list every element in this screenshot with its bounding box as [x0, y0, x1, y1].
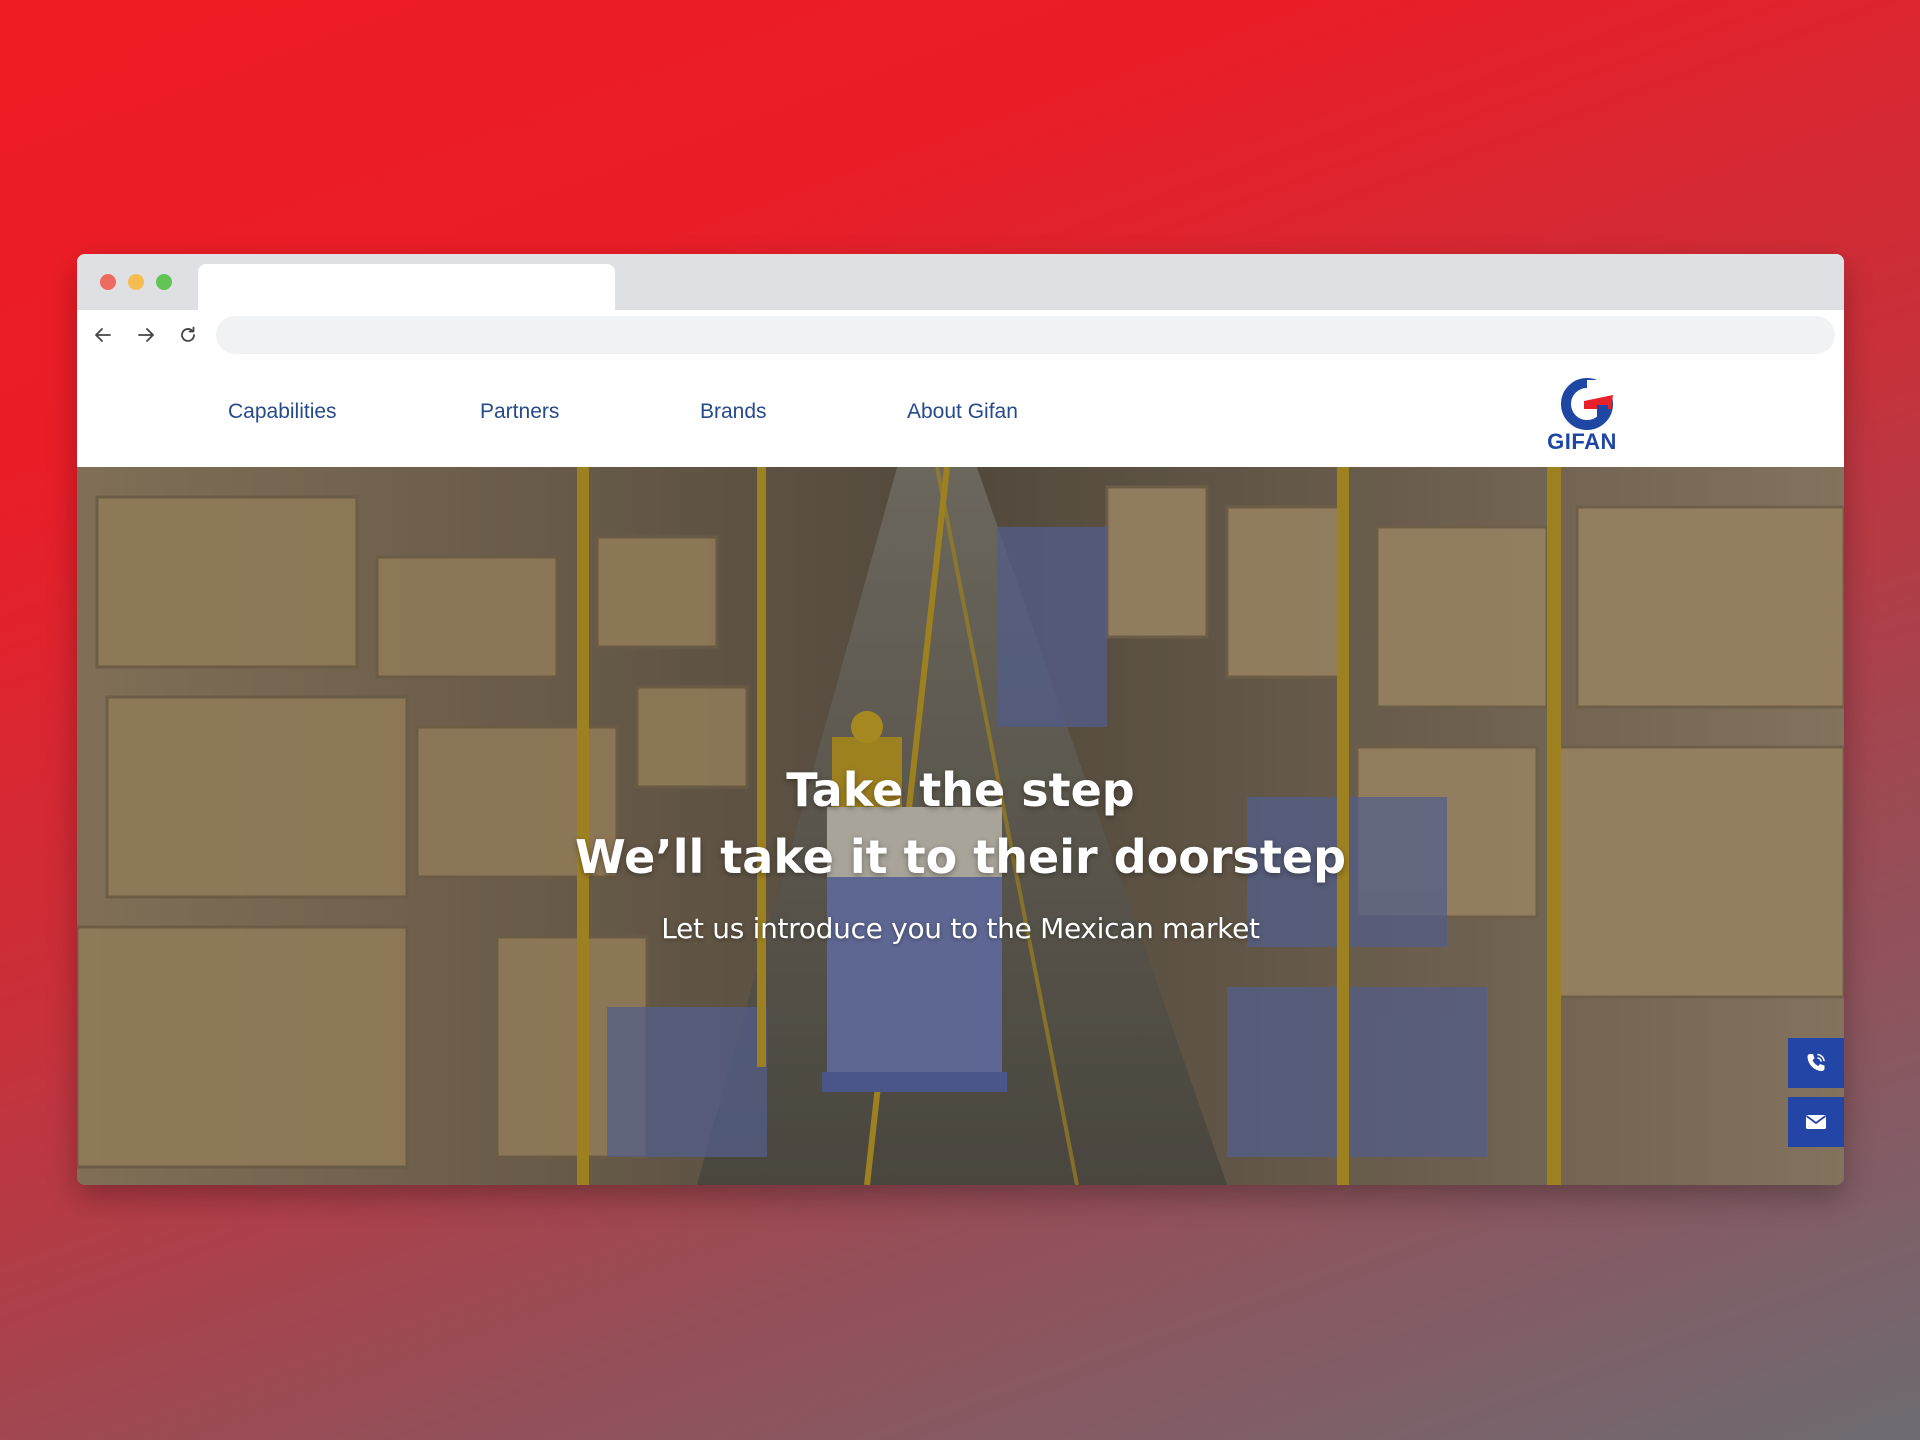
browser-tab-active[interactable]: [198, 264, 615, 310]
address-bar[interactable]: [216, 316, 1835, 354]
hero-section: Take the step We’ll take it to their doo…: [77, 467, 1844, 1185]
gifan-g-logo-icon: [1561, 378, 1613, 430]
hero-title-line-2: We’ll take it to their doorstep: [574, 830, 1347, 884]
browser-toolbar: [77, 310, 1844, 360]
window-minimize-dot[interactable]: [128, 274, 144, 290]
window-maximize-dot[interactable]: [156, 274, 172, 290]
phone-contact-button[interactable]: [1788, 1038, 1844, 1088]
reload-icon: [181, 326, 195, 342]
forward-button[interactable]: [131, 320, 161, 350]
gifan-logo-text: GIFAN: [1547, 429, 1617, 454]
reload-button[interactable]: [173, 320, 203, 350]
hero-title: Take the step We’ll take it to their doo…: [77, 757, 1844, 891]
gifan-logo[interactable]: GIFAN: [1537, 376, 1627, 458]
hero-subtitle: Let us introduce you to the Mexican mark…: [661, 912, 1260, 945]
browser-tab-bar: [77, 254, 1844, 310]
browser-window: Capabilities Partners Brands About Gifan…: [77, 254, 1844, 1185]
hero-title-line-1: Take the step: [786, 763, 1135, 817]
arrow-right-icon: [138, 328, 154, 342]
nav-about-gifan[interactable]: About Gifan: [907, 400, 1018, 424]
phone-icon: [1807, 1053, 1825, 1071]
back-button[interactable]: [88, 320, 118, 350]
mail-icon: [1805, 1115, 1827, 1129]
nav-capabilities[interactable]: Capabilities: [228, 400, 337, 424]
nav-partners[interactable]: Partners: [480, 400, 559, 424]
nav-brands[interactable]: Brands: [700, 400, 767, 424]
window-close-dot[interactable]: [100, 274, 116, 290]
hero-text-block: Take the step We’ll take it to their doo…: [77, 757, 1844, 945]
email-contact-button[interactable]: [1788, 1097, 1844, 1147]
site-header: Capabilities Partners Brands About Gifan…: [77, 360, 1844, 467]
arrow-left-icon: [95, 328, 111, 342]
